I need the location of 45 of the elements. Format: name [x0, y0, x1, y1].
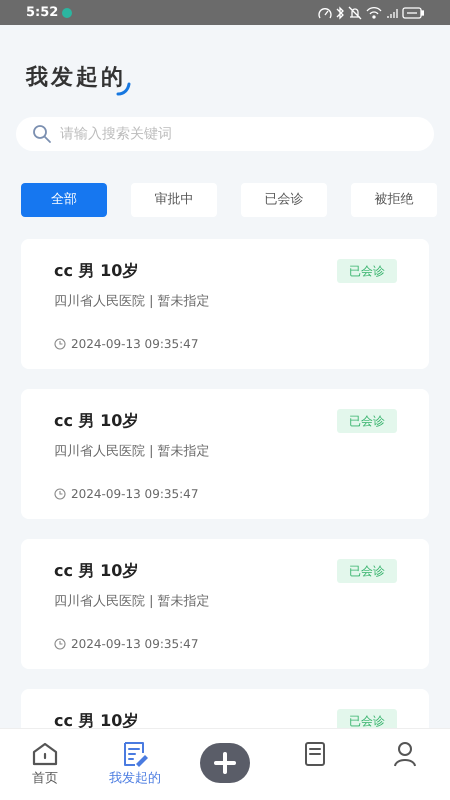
- consultation-card[interactable]: cc 男 10岁 已会诊 四川省人民医院 | 暂未指定 2024-09-13 09:35:47: [21, 239, 429, 369]
- nav-item[interactable]: 首页: [31, 741, 59, 788]
- bluetooth-icon: [336, 6, 344, 20]
- hospital-text: 四川省人民医院 | 暂未指定: [54, 443, 211, 461]
- created-time: 2024-09-13 09:35:47: [71, 336, 198, 352]
- bell-off-icon: [348, 6, 362, 20]
- hospital-text: 四川省人民医院 | 暂未指定: [54, 593, 211, 611]
- consultation-card[interactable]: cc 男 10岁 已会诊 四川省人民医院 | 暂未指定 2024-09-13 09:35:47: [21, 389, 429, 519]
- status-time: 5:52: [26, 4, 58, 22]
- add-button[interactable]: [200, 743, 250, 783]
- created-time: 2024-09-13 09:35:47: [71, 636, 198, 652]
- status-tag: 已会诊: [337, 259, 397, 283]
- patient-info: cc 男 10岁: [54, 710, 138, 728]
- filter-tab[interactable]: 全部: [21, 183, 107, 217]
- battery-icon: [402, 6, 424, 20]
- home-icon: [31, 741, 59, 767]
- clock-icon: [54, 338, 66, 350]
- hospital-text: 四川省人民医院 | 暂未指定: [54, 293, 211, 311]
- document-icon: [303, 741, 327, 767]
- plus-icon: [214, 752, 236, 774]
- patient-info: cc 男 10岁: [54, 410, 138, 432]
- status-tag: 已会诊: [337, 409, 397, 433]
- patient-info: cc 男 10岁: [54, 260, 138, 282]
- page-title: 我发起的: [26, 64, 126, 92]
- nav-item[interactable]: [393, 741, 417, 767]
- status-tag: 已会诊: [337, 559, 397, 583]
- consultation-card[interactable]: cc 男 10岁 已会诊: [21, 689, 429, 728]
- filter-tab[interactable]: 被拒绝: [351, 183, 437, 217]
- nav-item[interactable]: 我发起的: [109, 741, 161, 788]
- search-icon: [32, 124, 52, 144]
- wifi-icon: [366, 6, 382, 20]
- status-tag: 已会诊: [337, 709, 397, 728]
- clock-icon: [54, 488, 66, 500]
- nav-item[interactable]: [303, 741, 327, 767]
- clock-icon: [54, 638, 66, 650]
- patient-info: cc 男 10岁: [54, 560, 138, 582]
- edit-note-icon: [121, 741, 149, 767]
- speed-icon: [318, 6, 332, 20]
- filter-tab[interactable]: 已会诊: [241, 183, 327, 217]
- search-field[interactable]: 请输入搜索关键词: [16, 117, 434, 151]
- app-notification-icon: [62, 8, 72, 18]
- user-icon: [393, 741, 417, 767]
- consultation-card[interactable]: cc 男 10岁 已会诊 四川省人民医院 | 暂未指定 2024-09-13 09:35:47: [21, 539, 429, 669]
- filter-tab[interactable]: 审批中: [131, 183, 217, 217]
- created-time: 2024-09-13 09:35:47: [71, 486, 198, 502]
